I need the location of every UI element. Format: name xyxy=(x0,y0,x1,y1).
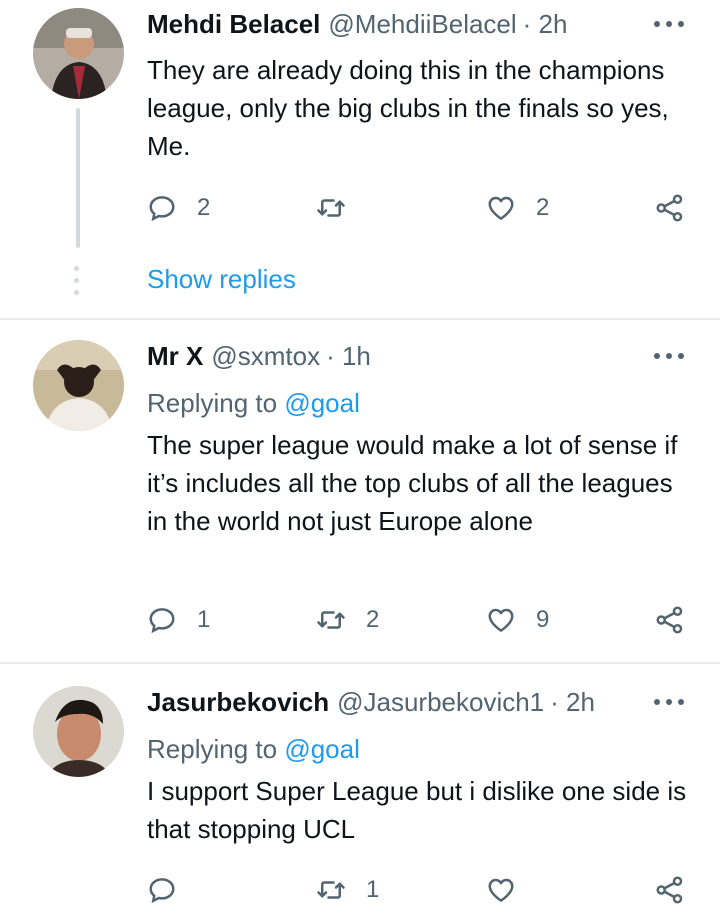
retweet-button[interactable] xyxy=(316,188,366,228)
action-bar: 1 2 9 xyxy=(147,600,720,640)
replying-label: Replying to xyxy=(147,734,278,764)
user-handle[interactable]: @MehdiiBelacel xyxy=(328,9,516,40)
timestamp[interactable]: · 2h xyxy=(550,687,595,718)
replying-to: Replying to @goal xyxy=(147,388,360,419)
timestamp[interactable]: · 1h xyxy=(326,341,371,372)
share-icon xyxy=(656,606,683,634)
thread-dots xyxy=(74,266,80,302)
like-button[interactable] xyxy=(486,870,536,910)
reply-button[interactable] xyxy=(147,870,197,910)
thread-line xyxy=(76,108,80,248)
avatar[interactable] xyxy=(33,686,124,777)
tweet-header: Mr X @sxmtox · 1h xyxy=(147,336,720,376)
action-bar: 1 xyxy=(147,870,720,910)
retweet-icon xyxy=(317,199,345,217)
share-button[interactable] xyxy=(655,600,685,640)
more-icon[interactable] xyxy=(654,350,684,362)
tweet[interactable]: Jasurbekovich @Jasurbekovich1 · 2h Reply… xyxy=(0,676,720,922)
retweet-count: 1 xyxy=(366,876,380,903)
retweet-button[interactable]: 2 xyxy=(316,600,379,640)
replying-label: Replying to xyxy=(147,388,278,418)
display-name[interactable]: Mehdi Belacel xyxy=(147,9,320,40)
display-name[interactable]: Jasurbekovich xyxy=(147,687,329,718)
like-count: 2 xyxy=(536,194,550,221)
share-button[interactable] xyxy=(655,188,685,228)
heart-icon xyxy=(488,608,514,632)
like-button[interactable]: 9 xyxy=(486,600,549,640)
user-handle[interactable]: @sxmtox xyxy=(211,341,320,372)
tweet-header: Jasurbekovich @Jasurbekovich1 · 2h xyxy=(147,682,720,722)
heart-icon xyxy=(488,196,514,220)
avatar[interactable] xyxy=(33,8,124,99)
like-count: 9 xyxy=(536,606,550,633)
retweet-icon xyxy=(317,611,345,629)
share-icon xyxy=(656,876,683,904)
reply-button[interactable]: 1 xyxy=(147,600,210,640)
tweet[interactable]: Mehdi Belacel @MehdiiBelacel · 2h They a… xyxy=(0,0,720,318)
reply-count: 1 xyxy=(197,606,211,633)
divider xyxy=(0,318,720,320)
tweet-text: I support Super League but i dislike one… xyxy=(147,776,687,844)
divider xyxy=(0,662,720,664)
timestamp[interactable]: · 2h xyxy=(523,9,568,40)
action-bar: 2 2 xyxy=(147,188,720,228)
tweet-text: They are already doing this in the champ… xyxy=(147,55,669,161)
retweet-icon xyxy=(317,881,345,899)
replying-to: Replying to @goal xyxy=(147,734,360,765)
reply-icon xyxy=(149,878,175,904)
display-name[interactable]: Mr X xyxy=(147,341,203,372)
tweet-text: The super league would make a lot of sen… xyxy=(147,430,678,536)
reply-count: 2 xyxy=(197,194,211,221)
show-replies-link[interactable]: Show replies xyxy=(147,264,296,295)
retweet-button[interactable]: 1 xyxy=(316,870,379,910)
more-icon[interactable] xyxy=(654,696,684,708)
mention-link[interactable]: @goal xyxy=(284,734,360,764)
reply-button[interactable]: 2 xyxy=(147,188,210,228)
heart-icon xyxy=(488,878,514,902)
reply-icon xyxy=(149,608,175,634)
tweet-header: Mehdi Belacel @MehdiiBelacel · 2h xyxy=(147,4,720,44)
like-button[interactable]: 2 xyxy=(486,188,549,228)
share-icon xyxy=(656,194,683,222)
more-icon[interactable] xyxy=(654,18,684,30)
avatar[interactable] xyxy=(33,340,124,431)
mention-link[interactable]: @goal xyxy=(284,388,360,418)
tweet[interactable]: Mr X @sxmtox · 1h Replying to @goal The … xyxy=(0,330,720,660)
reply-icon xyxy=(149,196,175,222)
retweet-count: 2 xyxy=(366,606,380,633)
share-button[interactable] xyxy=(655,870,685,910)
user-handle[interactable]: @Jasurbekovich1 xyxy=(337,687,544,718)
